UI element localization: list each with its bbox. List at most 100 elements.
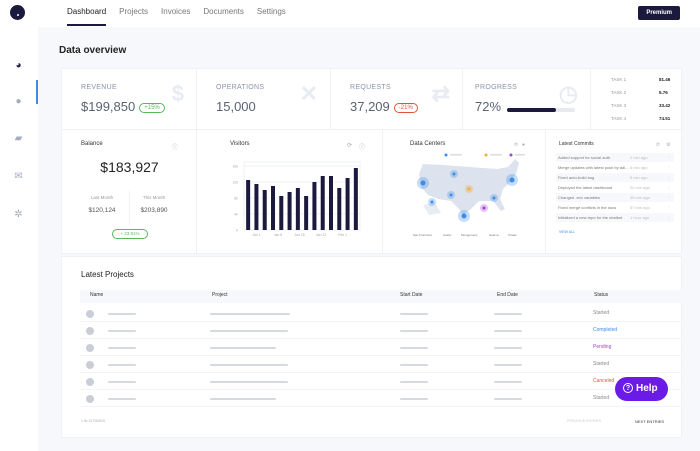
col-start-date[interactable]: Start Date <box>400 292 423 298</box>
x-tick-label: Jan 15 <box>294 233 305 237</box>
commit-item[interactable]: Merge updates with latest push by adi...… <box>556 163 674 172</box>
commit-item[interactable]: Initialized a new repo for the chatbot 1 … <box>556 213 674 222</box>
commit-item[interactable]: Fixed auto-build bug 8 min ago ⋮ <box>556 173 674 182</box>
avatar <box>86 395 94 403</box>
folder-icon[interactable]: ▰ <box>12 134 25 144</box>
table-row[interactable]: Started <box>80 390 682 407</box>
more-icon[interactable]: ⋮ <box>667 153 671 162</box>
x-tick-label: Feb 1 <box>338 233 347 237</box>
commit-time: 5 min ago <box>630 165 648 170</box>
more-icon[interactable]: ⋮ <box>667 183 671 192</box>
requests-stat: REQUESTS 37,209 -21% ⇄ <box>331 69 463 129</box>
more-icon[interactable]: ⋮ <box>667 173 671 182</box>
status-text: Completed <box>593 327 618 333</box>
more-icon[interactable]: ⋮ <box>667 203 671 212</box>
commit-item[interactable]: Changed .env variables 45 min ago ⋮ <box>556 193 674 202</box>
bar <box>345 178 350 230</box>
more-icon[interactable]: ⋮ <box>667 193 671 202</box>
nav-documents[interactable]: Documents <box>203 7 243 16</box>
bar <box>312 182 317 230</box>
more-icon[interactable]: ⋮ <box>667 213 671 222</box>
tasks-list: TASK 1 81.46 TASK 2 5.76 TASK 3 33.42 TASK … <box>591 69 683 129</box>
commit-item[interactable]: Deployed the latest dashboard 20 min ago ⋮ <box>556 183 674 192</box>
bar <box>295 188 300 230</box>
view-all-link[interactable]: VIEW ALL <box>559 230 575 234</box>
bar <box>353 168 358 230</box>
table-header <box>80 290 682 303</box>
city-label: Austin <box>443 233 452 237</box>
y-tick-label: 4k <box>234 213 238 217</box>
last-month-label: Last Month <box>90 195 114 200</box>
revenue-value: $199,850 <box>81 99 136 114</box>
avatar <box>86 344 94 352</box>
commit-message: Fixed merge conflicts in the docs <box>558 205 617 210</box>
bar <box>320 176 325 230</box>
help-button[interactable]: ? Help <box>615 377 668 401</box>
city-label: Toledo <box>508 233 517 237</box>
premium-button[interactable]: Premium <box>638 6 680 20</box>
visitors-bar-chart: 0 4k 8k 12k 16k Jan 1 Jan 8 Jan 15 Jan 22 Feb 1 <box>232 161 361 237</box>
tools-icon: ✕ <box>299 81 318 106</box>
last-month-value: $120,124 <box>88 207 116 214</box>
table-row[interactable]: Canceled <box>80 373 682 390</box>
logo[interactable] <box>10 5 25 20</box>
dollar-icon: $ <box>171 81 184 106</box>
commit-time: 2 min ago <box>630 155 648 160</box>
commit-message: Deployed the latest dashboard <box>558 185 613 190</box>
previous-entries-button[interactable]: PREVIOUS ENTRIES <box>567 419 601 423</box>
bar <box>287 192 292 230</box>
commit-message: Changed .env variables <box>558 195 601 200</box>
clock-icon: ◷ <box>558 81 578 106</box>
commit-time: 57 min ago <box>630 205 650 210</box>
dashboard-icon[interactable]: ◕ <box>12 61 25 71</box>
balance-value: $183,927 <box>100 159 159 175</box>
table-row[interactable]: Started <box>80 356 682 373</box>
commit-message: Fixed auto-build bug <box>558 175 595 180</box>
latest-projects-card: Latest Projects Name Project Start Date … <box>61 256 682 438</box>
sidebar-active-indicator <box>36 80 38 104</box>
commit-message: Added support for social auth <box>558 155 611 160</box>
settings-icon[interactable]: ⚙ <box>666 142 670 148</box>
bar <box>262 190 267 230</box>
revenue-badge: +15% <box>139 102 165 113</box>
revenue-label: REVENUE <box>81 84 117 91</box>
mail-icon[interactable]: ✉ <box>12 172 25 182</box>
projects-title: Latest Projects <box>81 270 134 279</box>
top-nav-bar: Dashboard Projects Invoices Documents Se… <box>0 0 700 27</box>
chat-icon[interactable]: ● <box>12 97 25 107</box>
nav-settings[interactable]: Settings <box>257 7 286 16</box>
legend-dot-orange <box>484 153 488 157</box>
col-project[interactable]: Project <box>212 292 228 298</box>
nav-invoices[interactable]: Invoices <box>161 7 190 16</box>
legend-dot-blue <box>444 153 448 157</box>
commits-title: Latest Commits <box>559 141 594 147</box>
settings-icon[interactable]: ✲ <box>12 210 25 220</box>
commit-item[interactable]: Added support for social auth 2 min ago ⋮ <box>556 153 674 162</box>
balance-panel: Balance ⓘ $183,927 Last Month $120,124 T… <box>62 129 197 254</box>
question-icon: ? <box>623 383 633 393</box>
status-text: Canceled <box>593 378 615 384</box>
avatar <box>86 378 94 386</box>
col-status[interactable]: Status <box>594 292 608 298</box>
nav-projects[interactable]: Projects <box>119 7 148 16</box>
latest-commits-panel: Latest Commits ⟳ ⚙ Added support for soc… <box>546 129 683 254</box>
col-name[interactable]: Name <box>90 292 103 298</box>
legend-dot-purple <box>509 153 513 157</box>
operations-stat: OPERATIONS 15,000 ✕ <box>197 69 331 129</box>
transfer-icon: ⇄ <box>431 81 450 106</box>
refresh-icon[interactable]: ⟳ <box>656 142 660 148</box>
table-row[interactable]: Started <box>80 305 682 322</box>
table-row[interactable]: Completed <box>80 322 682 339</box>
bar <box>304 196 309 230</box>
table-row[interactable]: Pending <box>80 339 682 356</box>
data-centers-panel: Data Centers ⟳ ● San Francisco Austin Mo… <box>383 129 546 254</box>
col-end-date[interactable]: End Date <box>497 292 518 298</box>
city-label: San Francisco <box>413 233 433 237</box>
nav-dashboard[interactable]: Dashboard <box>67 7 107 26</box>
more-icon[interactable]: ⋮ <box>667 163 671 172</box>
next-entries-button[interactable]: NEXT ENTRIES <box>635 419 664 424</box>
bar <box>329 176 333 230</box>
requests-value: 37,209 <box>350 99 390 114</box>
commit-item[interactable]: Fixed merge conflicts in the docs 57 min … <box>556 203 674 212</box>
info-icon[interactable]: ⓘ <box>172 142 178 151</box>
